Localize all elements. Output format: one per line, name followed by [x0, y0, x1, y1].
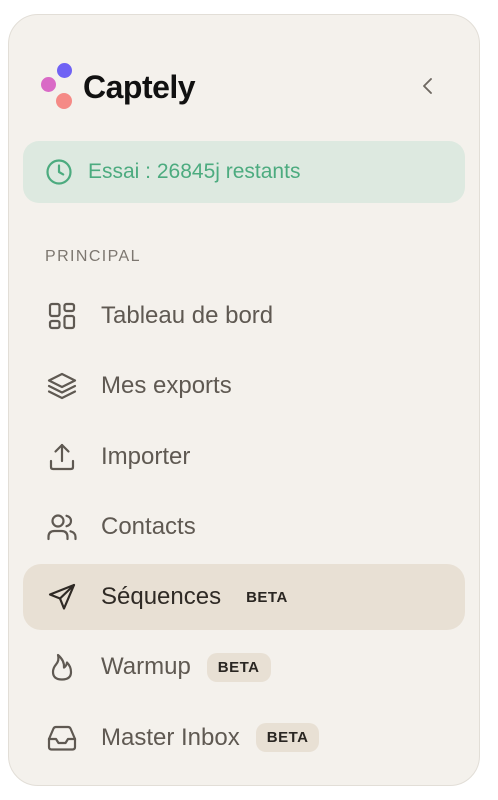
sidebar-item-tableau-de-bord[interactable]: Tableau de bord: [23, 283, 465, 349]
upload-icon: [46, 441, 78, 473]
dashboard-grid-icon: [46, 300, 78, 332]
sidebar-nav: Tableau de bord Mes exports Importer Con…: [23, 283, 465, 775]
sidebar-item-label: Tableau de bord: [101, 302, 274, 329]
sidebar-item-label: Séquences: [101, 583, 222, 611]
chevron-left-icon: [423, 78, 432, 94]
beta-badge: BETA: [206, 652, 271, 682]
sidebar-item-importer[interactable]: Importer: [23, 424, 465, 490]
sidebar-item-master-inbox[interactable]: Master Inbox BETA: [23, 705, 465, 771]
beta-badge: BETA: [246, 588, 288, 606]
flame-icon: [46, 651, 78, 683]
sidebar-item-sequences[interactable]: Séquences BETA: [23, 564, 465, 631]
layers-icon: [46, 370, 78, 402]
sidebar-item-contacts[interactable]: Contacts: [23, 494, 465, 560]
logo-dot-coral: [56, 93, 72, 109]
clock-icon: [46, 159, 72, 185]
section-title-principal: PRINCIPAL: [45, 248, 141, 265]
sidebar-item-warmup[interactable]: Warmup BETA: [23, 634, 465, 700]
sidebar: Captely Essai : 26845j restants PRINCIPA…: [8, 14, 480, 786]
collapse-sidebar-button[interactable]: [413, 71, 443, 101]
sidebar-item-label: Master Inbox: [101, 723, 240, 751]
brand-name: Captely: [83, 68, 196, 105]
logo-dot-pink: [41, 77, 56, 92]
sidebar-item-label: Importer: [101, 442, 191, 470]
sidebar-item-label: Contacts: [101, 512, 196, 540]
send-icon: [46, 581, 78, 613]
inbox-icon: [46, 722, 78, 754]
brand-logo[interactable]: Captely: [39, 61, 196, 113]
trial-banner: Essai : 26845j restants: [23, 141, 465, 203]
beta-badge: BETA: [255, 723, 320, 753]
logo-dot-purple: [57, 63, 72, 78]
captely-logo-icon: [39, 61, 75, 113]
sidebar-item-mes-exports[interactable]: Mes exports: [23, 353, 465, 419]
trial-text: Essai : 26845j restants: [88, 160, 301, 183]
sidebar-item-label: Warmup: [101, 653, 191, 681]
users-icon: [46, 511, 78, 543]
sidebar-item-label: Mes exports: [101, 372, 232, 400]
